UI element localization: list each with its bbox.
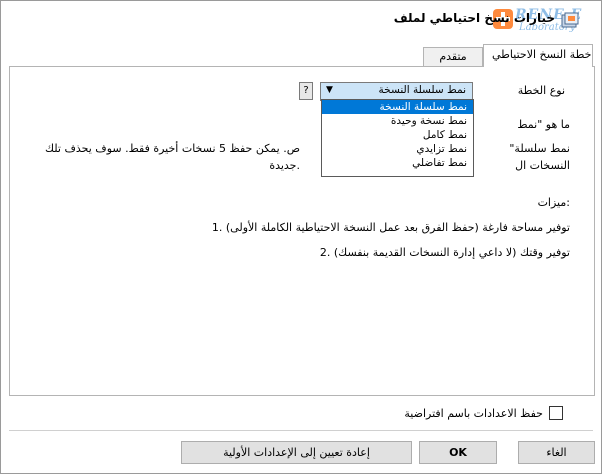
description-line-1: ما هو "نمط [517,118,570,131]
footer-separator [9,430,593,431]
plan-option-incremental[interactable]: نمط تزايدي [322,142,473,156]
tab-backup-plan[interactable]: خطة النسخ الاحتياطي [483,44,593,67]
save-default-label: حفظ الاعدادات باسم افتراضية [404,407,543,420]
plan-type-value: نمط سلسلة النسخة [378,84,466,96]
reset-defaults-button[interactable]: إعادة تعيين إلى الإعدادات الأولية [181,441,412,464]
description-line-3: النسخات ال [515,159,570,172]
help-button[interactable]: ? [299,82,313,100]
description-line-2: "نمط سلسلة [509,142,570,155]
plan-option-differential[interactable]: نمط تفاضلي [322,156,473,170]
tab-advanced[interactable]: متقدم [423,47,483,66]
window-title: خيارات نسخ احتياطي لملف [393,11,555,25]
description-line-3-tail: جديدة. [269,159,300,172]
save-default-checkbox[interactable] [549,406,563,420]
features-title: ميزات: [537,196,570,209]
feature-1: 1. توفير مساحة فارغة (حفظ الفرق بعد عمل … [211,221,570,234]
title-bar: RENE.E Laboratory خيارات نسخ احتياطي لمل… [1,1,601,37]
feature-2: 2. توفير وقتك (لا داعي إدارة النسخات الق… [319,246,570,259]
ok-button[interactable]: OK [419,441,497,464]
dropdown-arrow-icon: ▼ [326,85,333,95]
backup-options-dialog: RENE.E Laboratory خيارات نسخ احتياطي لمل… [0,0,602,474]
plan-option-full[interactable]: نمط كامل [322,128,473,142]
plan-type-label: نوع الخطة [517,84,565,97]
plan-option-chain[interactable]: نمط سلسلة النسخة [322,100,473,114]
cancel-button[interactable]: الغاء [518,441,595,464]
description-line-2-tail: ص. يمكن حفظ 5 نسخات أخيرة فقط. سوف يحذف … [44,142,300,155]
plan-type-dropdown: نمط سلسلة النسخة نمط نسخة وحيدة نمط كامل… [321,99,474,177]
plan-option-single[interactable]: نمط نسخة وحيدة [322,114,473,128]
app-icon [561,12,579,28]
